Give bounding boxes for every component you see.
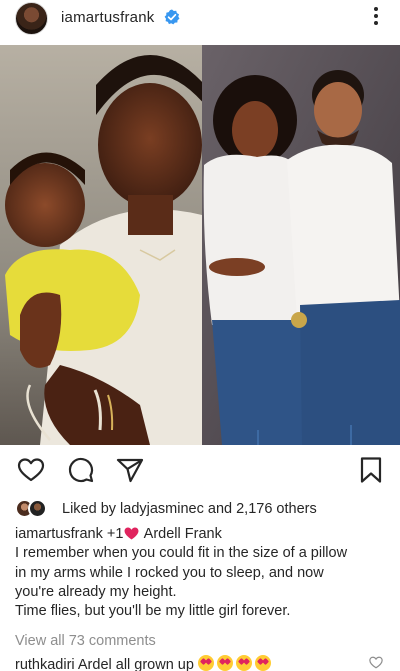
comment-icon[interactable] xyxy=(66,455,96,485)
heart-eyes-emoji-icon xyxy=(254,655,271,671)
caption-mention-prefix: +1 xyxy=(106,526,124,542)
more-vertical-icon[interactable] xyxy=(370,5,382,27)
heart-eyes-emoji-icon xyxy=(216,655,233,671)
heart-icon[interactable] xyxy=(16,455,46,485)
post-image[interactable] xyxy=(0,45,400,445)
likes-text[interactable]: Liked by ladyjasminec and 2,176 others xyxy=(62,501,317,517)
post-caption: iamartusfrank +1 Ardell Frank I remember… xyxy=(15,525,390,621)
caption-line: I remember when you could fit in the siz… xyxy=(15,545,348,562)
liker-avatar xyxy=(28,499,47,518)
heart-eyes-emoji-icon xyxy=(197,655,214,671)
caption-line: Time flies, but you'll be my little girl… xyxy=(15,603,291,620)
comment-heart-icon[interactable] xyxy=(369,656,383,669)
caption-username[interactable]: iamartusfrank xyxy=(15,526,103,542)
post-username[interactable]: iamartusfrank xyxy=(61,9,154,26)
caption-line: you're already my height. xyxy=(15,583,177,600)
father-and-daughter-photo xyxy=(202,45,400,445)
comment-text: Ardel all grown up xyxy=(77,657,194,671)
send-icon[interactable] xyxy=(115,455,145,485)
caption-line: in my arms while I rocked you to sleep, … xyxy=(15,564,324,581)
heart-eyes-emoji-icon xyxy=(235,655,252,671)
child-held-by-father-photo xyxy=(0,45,202,445)
view-all-comments-link[interactable]: View all 73 comments xyxy=(15,633,156,649)
caption-mention[interactable]: Ardell Frank xyxy=(144,526,222,542)
post-header: iamartusfrank xyxy=(0,0,400,36)
bookmark-icon[interactable] xyxy=(356,455,386,485)
verified-badge-icon xyxy=(164,9,180,25)
profile-avatar[interactable] xyxy=(15,2,48,35)
likes-summary[interactable]: Liked by ladyjasminec and 2,176 others xyxy=(15,498,395,520)
action-bar xyxy=(0,455,400,487)
comment-username[interactable]: ruthkadiri xyxy=(15,657,75,671)
red-heart-icon xyxy=(124,527,139,540)
comment-row: ruthkadiri Ardel all grown up xyxy=(15,655,395,671)
